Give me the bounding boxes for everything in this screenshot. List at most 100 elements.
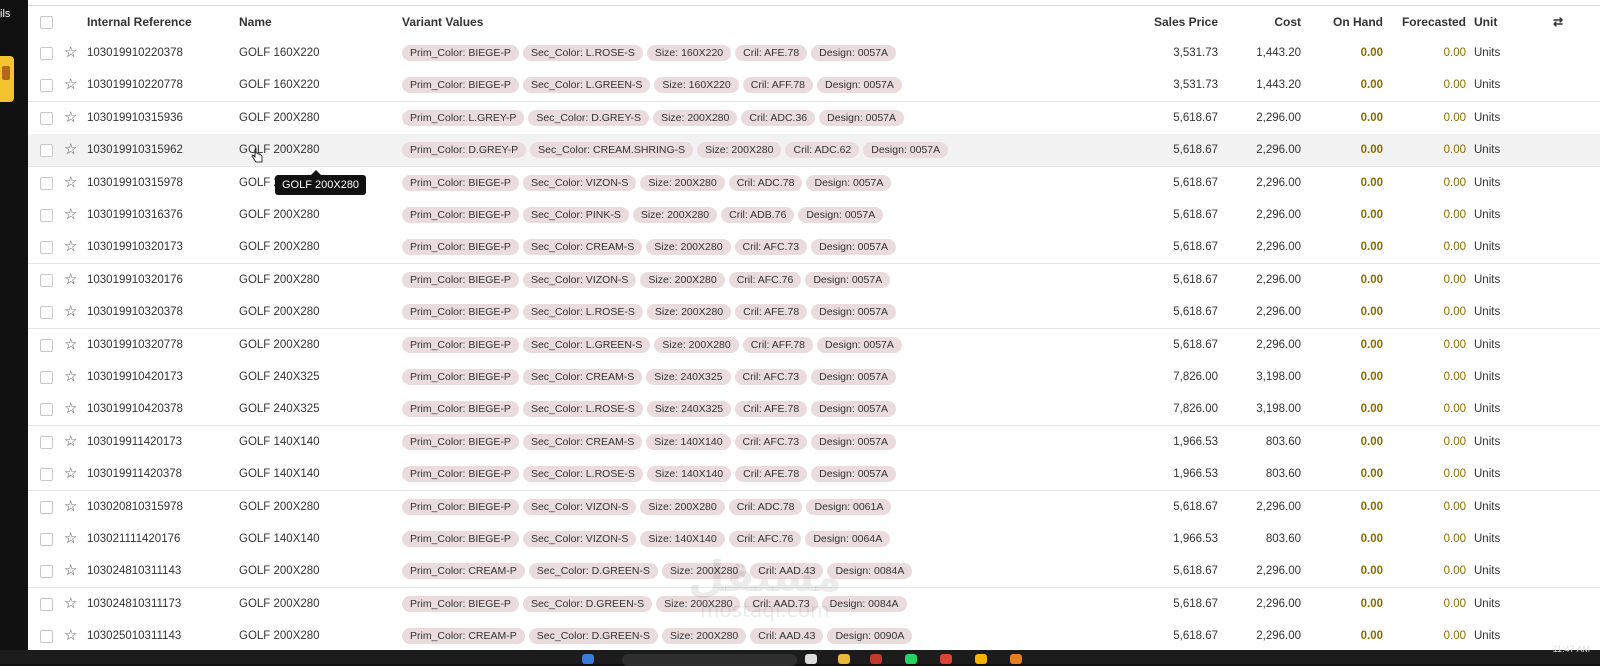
cell-name: GOLF 200X280 xyxy=(239,111,320,124)
browser-red-icon[interactable] xyxy=(870,654,882,664)
col-unit[interactable]: Unit xyxy=(1474,6,1497,38)
variant-tag: Prim_Color: BIEGE-P xyxy=(402,498,519,515)
favorite-star-icon[interactable]: ☆ xyxy=(64,329,77,361)
start-icon[interactable] xyxy=(582,654,594,664)
cell-on-hand: 0.00 xyxy=(1360,371,1383,383)
row-checkbox[interactable] xyxy=(40,306,53,320)
variant-tag: Size: 200X280 xyxy=(653,109,738,126)
row-checkbox[interactable] xyxy=(40,241,53,255)
cell-internal-reference: 103019910320176 xyxy=(87,273,183,286)
col-on-hand[interactable]: On Hand xyxy=(1308,6,1383,38)
table-row[interactable]: ☆ 103019910220378 GOLF 160X220 Prim_Color: … xyxy=(28,37,1600,70)
table-row[interactable]: ☆ 103019910220778 GOLF 160X220 Prim_Color: … xyxy=(28,69,1600,103)
col-sales-price[interactable]: Sales Price xyxy=(1108,6,1218,38)
folder-icon[interactable] xyxy=(838,654,850,664)
favorite-star-icon[interactable]: ☆ xyxy=(64,426,77,458)
favorite-star-icon[interactable]: ☆ xyxy=(64,102,77,134)
whatsapp-icon[interactable] xyxy=(905,654,917,664)
column-settings-icon[interactable]: ⇄ xyxy=(1548,6,1568,38)
row-checkbox[interactable] xyxy=(40,468,53,482)
favorite-star-icon[interactable]: ☆ xyxy=(64,393,77,425)
table-row[interactable]: ☆ 103019910315936 GOLF 200X280 Prim_Color: … xyxy=(28,101,1600,135)
favorite-star-icon[interactable]: ☆ xyxy=(64,231,77,263)
row-checkbox[interactable] xyxy=(40,565,53,579)
app-badge-icon[interactable] xyxy=(0,56,14,102)
chrome-icon[interactable] xyxy=(940,654,952,664)
favorite-star-icon[interactable]: ☆ xyxy=(64,588,77,620)
favorite-star-icon[interactable]: ☆ xyxy=(64,37,77,69)
variant-tag: Cril: AFF.78 xyxy=(742,77,813,94)
favorite-star-icon[interactable]: ☆ xyxy=(64,361,77,393)
taskbar-app-icon[interactable] xyxy=(805,654,817,664)
favorite-star-icon[interactable]: ☆ xyxy=(64,458,77,490)
table-row[interactable]: ☆ 103019910320378 GOLF 200X280 Prim_Color: … xyxy=(28,296,1600,330)
favorite-star-icon[interactable]: ☆ xyxy=(64,134,77,166)
table-row[interactable]: ☆ 103019910320173 GOLF 200X280 Prim_Color: … xyxy=(28,231,1600,265)
variant-tag: Sec_Color: VIZON-S xyxy=(522,498,637,515)
cell-sales-price: 5,618.67 xyxy=(1173,630,1218,643)
favorite-star-icon[interactable]: ☆ xyxy=(64,523,77,555)
table-row[interactable]: ☆ 103019911420173 GOLF 140X140 Prim_Color: … xyxy=(28,425,1600,459)
favorite-star-icon[interactable]: ☆ xyxy=(64,491,77,523)
row-checkbox[interactable] xyxy=(40,435,53,449)
favorite-star-icon[interactable]: ☆ xyxy=(64,199,77,231)
col-variant-values[interactable]: Variant Values xyxy=(402,6,483,38)
cell-unit: Units xyxy=(1474,273,1501,286)
table-row[interactable]: ☆ 103019910315978 GOLF 2 Prim_Color: BIEGE-… xyxy=(28,166,1600,200)
cell-internal-reference: 103019910320778 xyxy=(87,338,183,351)
cell-on-hand: 0.00 xyxy=(1360,565,1383,578)
variant-tags: Prim_Color: D.GREY-P Sec_Color: CREAM.SHR… xyxy=(402,142,952,159)
drive-icon[interactable] xyxy=(975,654,987,664)
row-checkbox[interactable] xyxy=(40,533,53,546)
col-internal-reference[interactable]: Internal Reference xyxy=(87,6,192,38)
cell-name: GOLF 200X280 xyxy=(239,630,320,643)
row-checkbox[interactable] xyxy=(40,176,53,190)
table-row[interactable]: ☆ 103025010311143 GOLF 200X280 Prim_Color: … xyxy=(28,620,1600,650)
table-row[interactable]: ☆ 103019910320778 GOLF 200X280 Prim_Color: … xyxy=(28,328,1600,362)
select-all-checkbox[interactable] xyxy=(40,16,53,29)
row-checkbox[interactable] xyxy=(40,273,53,287)
row-checkbox[interactable] xyxy=(40,500,53,514)
row-checkbox[interactable] xyxy=(40,630,53,644)
row-checkbox[interactable] xyxy=(40,79,53,93)
variant-tag: Cril: ADC.78 xyxy=(728,498,803,515)
row-checkbox[interactable] xyxy=(40,47,53,60)
favorite-star-icon[interactable]: ☆ xyxy=(64,264,77,296)
table-row[interactable]: ☆ 103019910420173 GOLF 240X325 Prim_Color: … xyxy=(28,361,1600,394)
cell-name: GOLF 140X140 xyxy=(239,533,320,545)
table-row[interactable]: ☆ 103019910316376 GOLF 200X280 Prim_Color: … xyxy=(28,199,1600,232)
row-checkbox[interactable] xyxy=(40,111,53,125)
cell-name: GOLF 200X280 xyxy=(239,306,320,319)
row-checkbox[interactable] xyxy=(40,338,53,352)
row-checkbox[interactable] xyxy=(40,209,53,222)
cell-forecasted: 0.00 xyxy=(1443,306,1466,319)
table-row[interactable]: ☆ 103019910315962 GOLF 200X280 Prim_Color: … xyxy=(28,134,1600,168)
table-row[interactable]: ☆ 103019910320176 GOLF 200X280 Prim_Color: … xyxy=(28,263,1600,297)
cell-internal-reference: 103019910220778 xyxy=(87,79,183,92)
variant-tag: Prim_Color: BIEGE-P xyxy=(402,304,519,321)
variant-tag: Prim_Color: BIEGE-P xyxy=(402,531,519,547)
watermark-url: mostaql.com xyxy=(700,598,830,622)
favorite-star-icon[interactable]: ☆ xyxy=(64,555,77,587)
variant-tag: Size: 200X280 xyxy=(646,304,732,321)
favorite-star-icon[interactable]: ☆ xyxy=(64,69,77,101)
favorite-star-icon[interactable]: ☆ xyxy=(64,296,77,328)
variant-tag: Design: 0057A xyxy=(817,336,902,353)
table-row[interactable]: ☆ 103019910420378 GOLF 240X325 Prim_Color: … xyxy=(28,393,1600,427)
col-name[interactable]: Name xyxy=(239,6,272,38)
taskbar-search[interactable] xyxy=(622,654,797,666)
cell-unit: Units xyxy=(1474,403,1501,416)
row-checkbox[interactable] xyxy=(40,403,53,417)
cell-on-hand: 0.00 xyxy=(1360,630,1383,643)
favorite-star-icon[interactable]: ☆ xyxy=(64,167,77,199)
col-forecasted[interactable]: Forecasted xyxy=(1388,6,1466,38)
row-checkbox[interactable] xyxy=(40,371,53,384)
row-checkbox[interactable] xyxy=(40,144,53,158)
row-checkbox[interactable] xyxy=(40,597,53,611)
table-row[interactable]: ☆ 103019911420378 GOLF 140X140 Prim_Color: … xyxy=(28,458,1600,492)
col-cost[interactable]: Cost xyxy=(1220,6,1301,38)
table-row[interactable]: ☆ 103020810315978 GOLF 200X280 Prim_Color: … xyxy=(28,490,1600,524)
app-icon-misc[interactable] xyxy=(1010,654,1022,664)
variant-tag: Cril: AFF.78 xyxy=(742,336,813,353)
favorite-star-icon[interactable]: ☆ xyxy=(64,620,77,650)
